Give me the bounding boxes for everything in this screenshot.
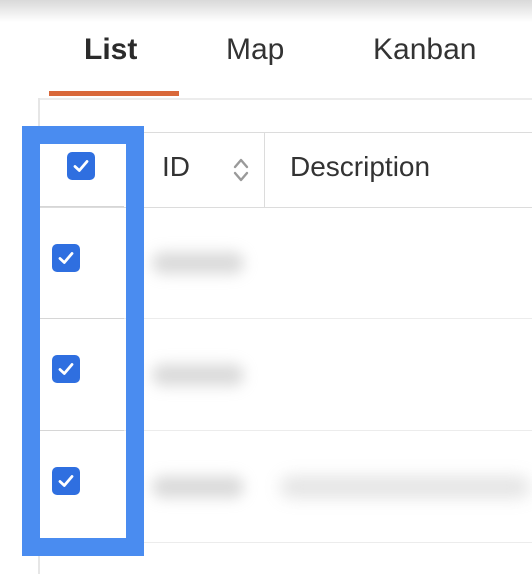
sort-icon[interactable]	[231, 155, 251, 185]
id-cell	[152, 252, 244, 274]
checkmark-icon	[73, 160, 89, 172]
checkmark-icon	[58, 475, 74, 487]
row-checkbox[interactable]	[52, 244, 80, 272]
active-tab-indicator	[49, 91, 179, 96]
id-cell	[152, 476, 244, 498]
tabs-divider	[38, 98, 532, 100]
table-row[interactable]	[40, 206, 532, 319]
table-row[interactable]	[40, 318, 532, 431]
description-cell	[280, 476, 530, 498]
tab-map[interactable]: Map	[226, 30, 284, 70]
column-header-id[interactable]: ID	[162, 151, 190, 183]
checkmark-icon	[58, 363, 74, 375]
row-checkbox[interactable]	[52, 467, 80, 495]
select-all-checkbox[interactable]	[67, 152, 95, 180]
table-row[interactable]	[40, 430, 532, 543]
view-tabs: List Map Kanban	[0, 0, 532, 100]
tab-list[interactable]: List	[84, 30, 137, 70]
row-checkbox[interactable]	[52, 355, 80, 383]
column-divider	[264, 133, 265, 207]
tab-kanban[interactable]: Kanban	[373, 30, 476, 70]
id-cell	[152, 364, 244, 386]
checkmark-icon	[58, 252, 74, 264]
table-header: ID Description	[40, 132, 532, 208]
column-header-description[interactable]: Description	[290, 151, 430, 183]
